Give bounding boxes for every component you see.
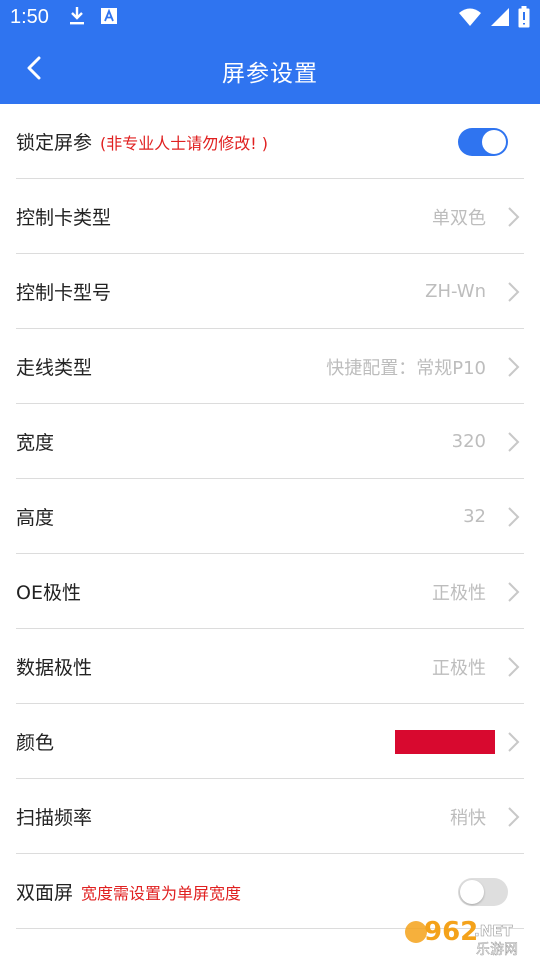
- chevron-right-icon: [506, 731, 520, 753]
- setting-row-card-type[interactable]: 控制卡类型 单双色: [0, 179, 540, 254]
- setting-label-scan-type: 走线类型: [16, 357, 93, 379]
- setting-value-oe-polarity: 正极性: [432, 582, 486, 604]
- lock-toggle[interactable]: [458, 127, 508, 156]
- settings-list: 锁定屏参 (非专业人士请勿修改! ) 控制卡类型 单双色 控制卡型号 ZH-Wn …: [0, 104, 540, 929]
- lock-warning-note: (非专业人士请勿修改! ): [100, 134, 269, 153]
- wifi-icon: [458, 7, 482, 31]
- setting-value-scan-type: 快捷配置：常规P10: [326, 357, 486, 379]
- setting-label-lock: 锁定屏参 (非专业人士请勿修改! ): [16, 128, 268, 155]
- setting-row-width[interactable]: 宽度 320: [0, 404, 540, 479]
- setting-label-double-sided: 双面屏 宽度需设置为单屏宽度: [16, 878, 241, 905]
- double-sided-label-text: 双面屏: [16, 882, 74, 904]
- status-bar: 1:50: [0, 0, 540, 36]
- site-watermark: 962 .NET 乐游网: [402, 910, 530, 958]
- setting-row-color[interactable]: 颜色: [0, 704, 540, 779]
- text-a-icon: [100, 7, 118, 29]
- setting-label-card-model: 控制卡型号: [16, 282, 112, 304]
- download-icon: [68, 6, 86, 30]
- setting-value-data-polarity: 正极性: [432, 657, 486, 679]
- chevron-right-icon: [506, 356, 520, 378]
- chevron-right-icon: [506, 656, 520, 678]
- app-bar: 屏参设置: [0, 36, 540, 104]
- chevron-right-icon: [506, 506, 520, 528]
- setting-row-scan-type[interactable]: 走线类型 快捷配置：常规P10: [0, 329, 540, 404]
- setting-value-width: 320: [451, 431, 486, 452]
- color-swatch: [395, 729, 495, 754]
- lock-label-text: 锁定屏参: [16, 132, 93, 154]
- setting-row-oe-polarity[interactable]: OE极性 正极性: [0, 554, 540, 629]
- status-time: 1:50: [10, 6, 49, 28]
- chevron-right-icon: [506, 581, 520, 603]
- setting-value-height: 32: [463, 506, 486, 527]
- chevron-right-icon: [506, 206, 520, 228]
- page-title: 屏参设置: [222, 61, 318, 87]
- setting-label-data-polarity: 数据极性: [16, 657, 93, 679]
- setting-row-data-polarity[interactable]: 数据极性 正极性: [0, 629, 540, 704]
- status-icons-left: [68, 6, 118, 30]
- toggle-knob: [482, 129, 506, 154]
- setting-row-card-model[interactable]: 控制卡型号 ZH-Wn: [0, 254, 540, 329]
- watermark-brand: 962: [424, 917, 478, 947]
- chevron-right-icon: [506, 281, 520, 303]
- double-sided-toggle[interactable]: [458, 877, 508, 906]
- setting-value-card-type: 单双色: [432, 207, 486, 229]
- signal-icon: [490, 7, 510, 31]
- chevron-right-icon: [506, 431, 520, 453]
- setting-row-height[interactable]: 高度 32: [0, 479, 540, 554]
- setting-label-width: 宽度: [16, 432, 55, 454]
- watermark-suffix: .NET: [474, 922, 513, 940]
- setting-value-scan-rate: 稍快: [450, 807, 486, 829]
- double-sided-note: 宽度需设置为单屏宽度: [81, 884, 242, 903]
- chevron-right-icon: [506, 806, 520, 828]
- battery-icon: [518, 6, 530, 32]
- setting-label-color: 颜色: [16, 732, 55, 754]
- setting-label-height: 高度: [16, 507, 55, 529]
- setting-label-oe-polarity: OE极性: [16, 582, 81, 604]
- toggle-knob: [460, 879, 484, 904]
- setting-label-card-type: 控制卡类型: [16, 207, 112, 229]
- setting-row-lock: 锁定屏参 (非专业人士请勿修改! ): [0, 104, 540, 179]
- watermark-caption: 乐游网: [476, 942, 518, 956]
- setting-row-scan-rate[interactable]: 扫描频率 稍快: [0, 779, 540, 854]
- setting-value-card-model: ZH-Wn: [425, 281, 486, 302]
- status-icons-right: [458, 6, 530, 32]
- setting-label-scan-rate: 扫描频率: [16, 807, 93, 829]
